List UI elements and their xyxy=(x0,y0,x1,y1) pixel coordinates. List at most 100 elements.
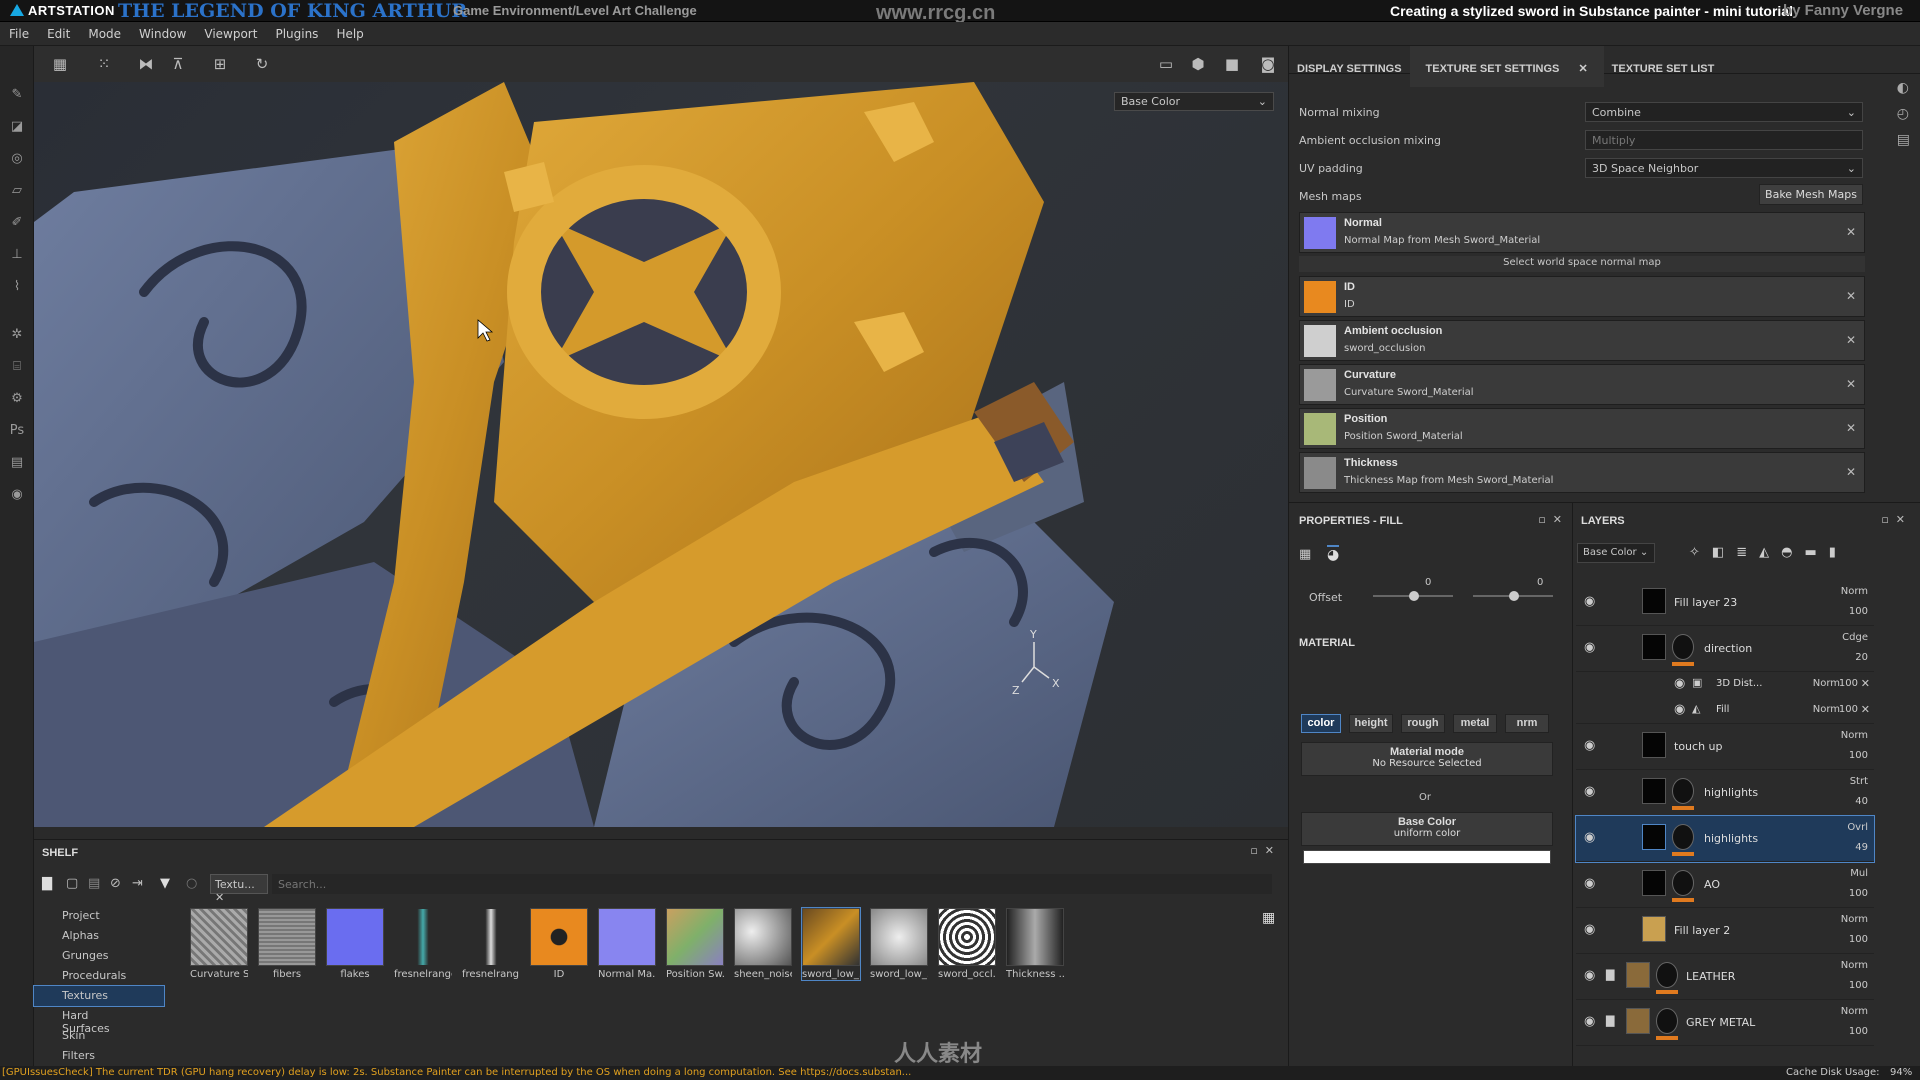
folder-icon[interactable]: ▇ xyxy=(1606,1014,1614,1027)
folder-row[interactable]: ◉ ▇ LEATHER Norm 100 xyxy=(1576,954,1874,1000)
layer-opacity[interactable]: 100 xyxy=(1849,888,1868,899)
polygon-fill-icon[interactable]: ▱ xyxy=(8,182,26,200)
effect-row[interactable]: ◉ ▣ 3D Dist... Norm 100 ✕ xyxy=(1576,672,1874,698)
close-icon[interactable]: ✕ xyxy=(1846,377,1856,391)
bake-mesh-maps-button[interactable]: Bake Mesh Maps xyxy=(1759,184,1863,205)
fill-layer-icon[interactable]: ◭ xyxy=(1759,545,1781,560)
layer-opacity[interactable]: 100 xyxy=(1849,606,1868,617)
close-icon[interactable]: ✕ xyxy=(1861,677,1870,690)
layer-blend-mode[interactable]: Strt xyxy=(1850,776,1868,787)
layer-blend-mode[interactable]: Ovrl xyxy=(1847,822,1868,833)
category-alphas[interactable]: Alphas xyxy=(34,926,164,946)
thumbnail[interactable]: Position Sw... xyxy=(666,908,724,980)
effect-opacity[interactable]: 100 xyxy=(1839,704,1858,715)
close-icon[interactable]: ✕ xyxy=(1846,333,1856,347)
layer-mask[interactable] xyxy=(1672,870,1694,896)
eye-icon[interactable]: ◉ xyxy=(1584,640,1595,655)
thumbnail[interactable]: fresnelranges xyxy=(394,908,452,980)
eye-icon[interactable]: ◉ xyxy=(1674,702,1685,717)
layer-blend-mode[interactable]: Mul xyxy=(1850,868,1868,879)
layer-mask[interactable] xyxy=(1672,778,1694,804)
layer-row[interactable]: ◉ Fill layer 2 Norm 100 xyxy=(1576,908,1874,954)
ao-mixing-select[interactable]: Multiply xyxy=(1585,130,1863,150)
layer-blend-mode[interactable]: Cdge xyxy=(1842,632,1868,643)
symmetry-icon[interactable]: ⧓ xyxy=(134,52,158,76)
layer-row[interactable]: ◉ AO Mul 100 xyxy=(1576,862,1874,908)
history-icon[interactable]: ◴ xyxy=(1897,106,1910,122)
history-icon[interactable]: ↻ xyxy=(250,52,274,76)
category-grunges[interactable]: Grunges xyxy=(34,946,164,966)
thumbnail[interactable]: Normal Ma... xyxy=(598,908,656,980)
environment-icon[interactable]: ◐ xyxy=(1897,80,1910,96)
menu-file[interactable]: File xyxy=(0,22,38,46)
effect-opacity[interactable]: 100 xyxy=(1839,678,1858,689)
layer-opacity[interactable]: 100 xyxy=(1849,750,1868,761)
layer-row-selected[interactable]: ◉ highlights Ovrl 49 xyxy=(1575,815,1875,863)
menu-plugins[interactable]: Plugins xyxy=(266,22,327,46)
layer-opacity[interactable]: 49 xyxy=(1855,842,1868,853)
folder-row[interactable]: ◉ ▇ GREY METAL Norm 100 xyxy=(1576,1000,1874,1046)
category-filters[interactable]: Filters xyxy=(34,1046,164,1066)
3d-view-icon[interactable]: ⬢ xyxy=(1186,52,1210,76)
grid-select-icon[interactable]: ▦ xyxy=(48,52,72,76)
layer-row[interactable]: ◉ highlights Strt 40 xyxy=(1576,770,1874,816)
import-icon[interactable]: ▤ xyxy=(88,876,100,891)
effect-blend-mode[interactable]: Norm xyxy=(1813,704,1840,715)
eye-icon[interactable]: ◉ xyxy=(1584,1014,1595,1029)
select-world-normal[interactable]: Select world space normal map xyxy=(1299,256,1865,272)
eye-icon[interactable]: ◉ xyxy=(1584,784,1595,799)
filter-icon[interactable]: ▼ xyxy=(160,876,170,891)
close-icon[interactable]: ✕ xyxy=(1570,54,1595,81)
mask-icon[interactable]: ◧ xyxy=(1712,545,1736,560)
effects-icon[interactable]: ✧ xyxy=(1689,545,1712,560)
settings-icon[interactable]: ✲ xyxy=(8,326,26,344)
smudge-icon[interactable]: ✐ xyxy=(8,214,26,232)
mesh-map-position[interactable]: Position Position Sword_Material ✕ xyxy=(1299,408,1865,449)
tab-texture-set-list[interactable]: TEXTURE SET LIST xyxy=(1604,55,1723,81)
shelf-float-icon[interactable]: ▫ ✕ xyxy=(1250,844,1274,857)
layer-opacity[interactable]: 100 xyxy=(1849,1026,1868,1037)
thumbnail[interactable]: sword_low_... xyxy=(801,907,861,981)
thumbnail[interactable]: sheen_noise xyxy=(734,908,792,980)
uv-padding-select[interactable]: 3D Space Neighbor ⌄ xyxy=(1585,158,1863,178)
fill-tab-icon[interactable]: ◕ xyxy=(1327,545,1340,563)
layer-row[interactable]: ◉ touch up Norm 100 xyxy=(1576,724,1874,770)
layer-mask[interactable] xyxy=(1656,962,1678,988)
layer-mask[interactable] xyxy=(1656,1008,1678,1034)
folder-icon[interactable]: ▇ xyxy=(42,876,52,891)
smart-material-icon[interactable]: ◓ xyxy=(1781,545,1804,560)
category-procedurals[interactable]: Procedurals xyxy=(34,966,164,986)
screenshot-icon[interactable]: ◙ xyxy=(1256,52,1280,76)
eye-icon[interactable]: ◉ xyxy=(1584,968,1595,983)
eye-icon[interactable]: ◉ xyxy=(1674,676,1685,691)
log-icon[interactable]: ▤ xyxy=(1897,132,1910,148)
layer-row[interactable]: ◉ direction Cdge 20 xyxy=(1576,626,1874,672)
layers-float-icon[interactable]: ▫ ✕ xyxy=(1881,513,1905,526)
layer-blend-mode[interactable]: Norm xyxy=(1841,730,1868,741)
delete-icon[interactable]: ▮ xyxy=(1829,545,1848,560)
close-icon[interactable]: ✕ xyxy=(1846,421,1856,435)
mesh-map-normal[interactable]: Normal Normal Map from Mesh Sword_Materia… xyxy=(1299,212,1865,253)
mesh-map-curvature[interactable]: Curvature Curvature Sword_Material ✕ xyxy=(1299,364,1865,405)
menu-edit[interactable]: Edit xyxy=(38,22,79,46)
thumbnail[interactable]: fibers xyxy=(258,908,316,980)
effect-row[interactable]: ◉ ◭ Fill Norm 100 ✕ xyxy=(1576,698,1874,724)
grid-view-icon[interactable]: ▦ xyxy=(1262,910,1275,926)
paint-brush-icon[interactable]: ✎ xyxy=(8,86,26,104)
add-folder-icon[interactable]: ▬ xyxy=(1804,545,1828,560)
thumbnail[interactable]: fresnelrang... xyxy=(462,908,520,980)
2d-view-icon[interactable]: ▭ xyxy=(1154,52,1178,76)
export-icon[interactable]: ▤ xyxy=(8,454,26,472)
render-icon[interactable]: ⚙ xyxy=(8,390,26,408)
layer-blend-mode[interactable]: Norm xyxy=(1841,914,1868,925)
eye-icon[interactable]: ◉ xyxy=(1584,876,1595,891)
mesh-map-ao[interactable]: Ambient occlusion sword_occlusion ✕ xyxy=(1299,320,1865,361)
thumbnail[interactable]: Thickness ... xyxy=(1006,908,1064,980)
properties-float-icon[interactable]: ▫ ✕ xyxy=(1538,513,1562,526)
add-layer-icon[interactable]: ≣ xyxy=(1736,545,1759,560)
close-icon[interactable]: ✕ xyxy=(1846,289,1856,303)
layer-opacity[interactable]: 100 xyxy=(1849,934,1868,945)
picker-icon[interactable]: ⌇ xyxy=(8,278,26,296)
mesh-map-thickness[interactable]: Thickness Thickness Map from Mesh Sword_M… xyxy=(1299,452,1865,493)
layer-blend-mode[interactable]: Norm xyxy=(1841,586,1868,597)
